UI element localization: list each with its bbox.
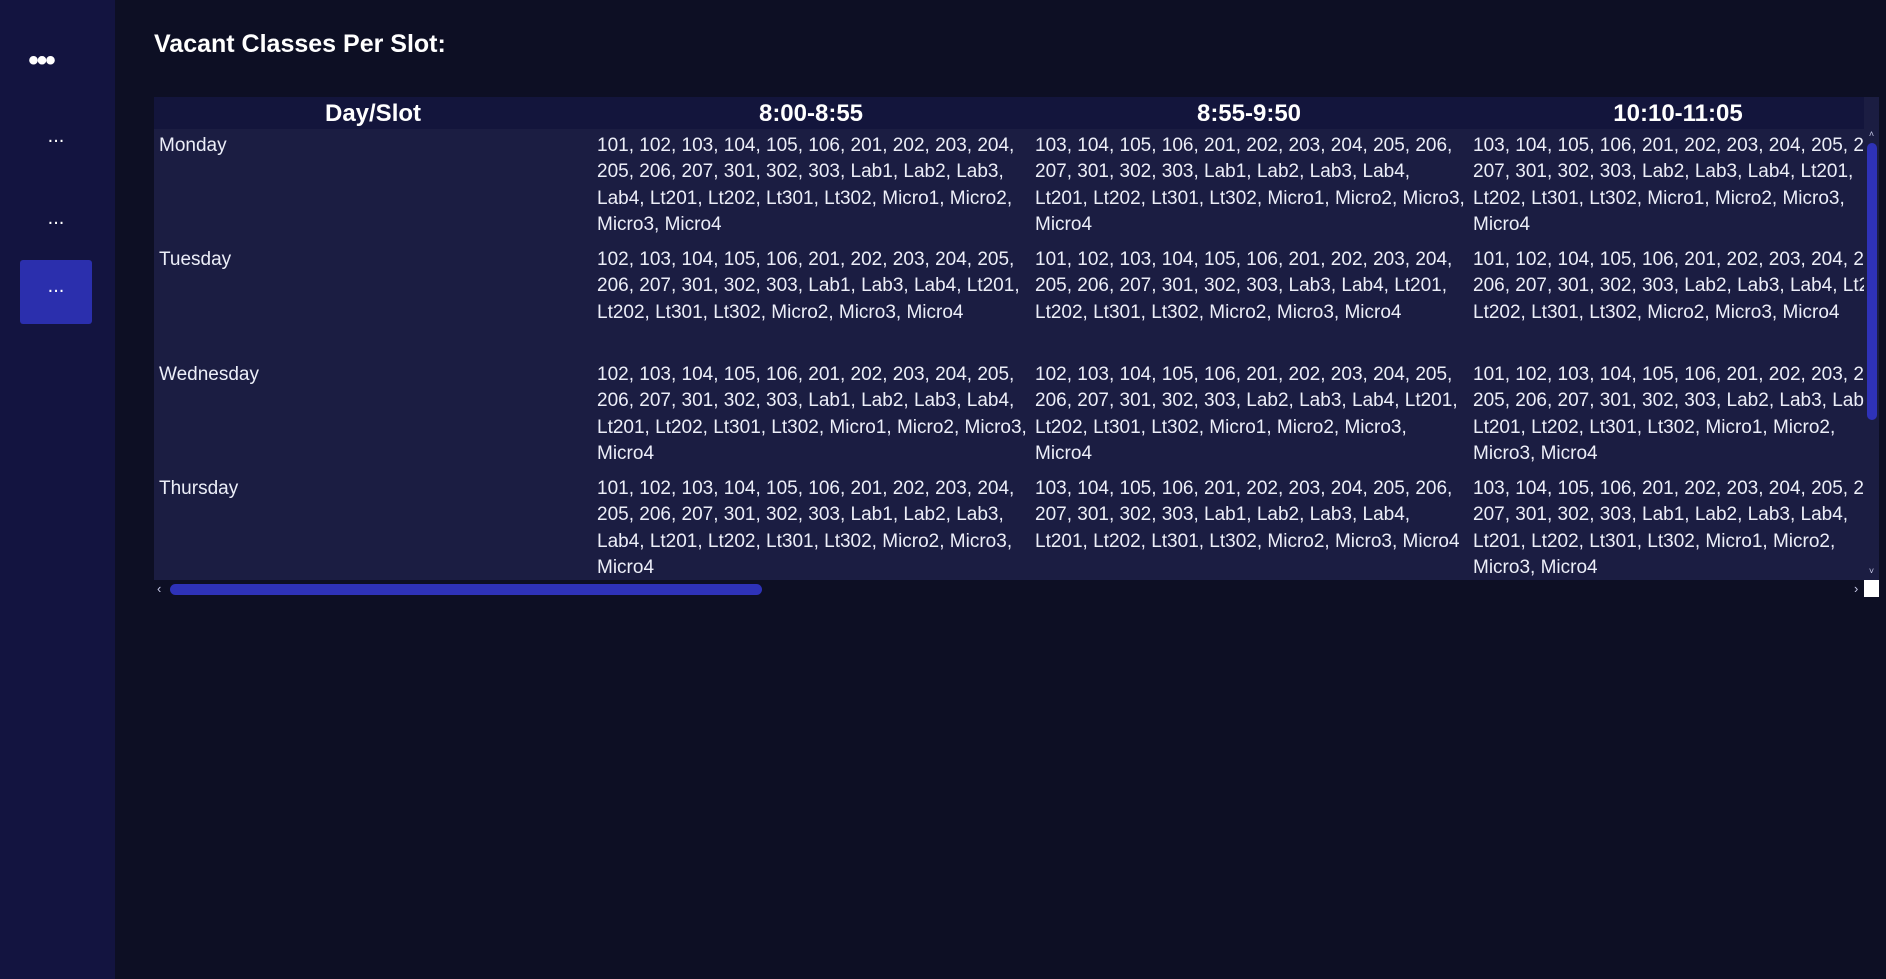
page-title: Vacant Classes Per Slot:: [154, 30, 446, 58]
slot-cell: 103, 104, 105, 106, 201, 202, 203, 204, …: [1473, 135, 1864, 236]
slot-cell: 101, 102, 104, 105, 106, 201, 202, 203, …: [1473, 249, 1870, 323]
header-slot-1[interactable]: 8:00-8:55: [592, 97, 1030, 129]
slot-cell: 103, 104, 105, 106, 201, 202, 203, 204, …: [1473, 478, 1864, 579]
vacant-classes-grid: Day/Slot 8:00-8:55 8:55-9:50 10:10-11:05…: [154, 97, 1879, 597]
vertical-scroll-thumb[interactable]: [1867, 143, 1877, 420]
slot-cell: 101, 102, 103, 104, 105, 106, 201, 202, …: [1473, 364, 1864, 465]
horizontal-scrollbar[interactable]: ‹ ›: [154, 580, 1864, 597]
sidebar-item-2[interactable]: ...: [20, 192, 92, 256]
header-slot-3[interactable]: 10:10-11:05: [1468, 97, 1879, 129]
slot-cell: 103, 104, 105, 106, 201, 202, 203, 204, …: [1035, 478, 1460, 552]
sidebar-item-1[interactable]: ...: [20, 110, 92, 174]
header-slot-2[interactable]: 8:55-9:50: [1030, 97, 1468, 129]
day-cell: Tuesday: [159, 249, 232, 270]
day-cell: Wednesday: [159, 364, 259, 385]
slot-cell: 101, 102, 103, 104, 105, 106, 201, 202, …: [597, 135, 1015, 236]
sidebar: ••• ... ... ...: [0, 0, 115, 979]
menu-icon[interactable]: •••: [20, 44, 62, 78]
scroll-right-icon[interactable]: ›: [1854, 580, 1858, 597]
slot-cell: 101, 102, 103, 104, 105, 106, 201, 202, …: [597, 478, 1015, 579]
sidebar-item-3-active[interactable]: ...: [20, 260, 92, 324]
scrollbar-corner: [1864, 580, 1879, 597]
header-day-slot[interactable]: Day/Slot: [154, 97, 592, 129]
slot-cell: 102, 103, 104, 105, 106, 201, 202, 203, …: [597, 364, 1027, 465]
vertical-scrollbar[interactable]: ˄ ˅: [1864, 129, 1879, 580]
slot-cell: 102, 103, 104, 105, 106, 201, 202, 203, …: [597, 249, 1020, 323]
scroll-down-icon[interactable]: ˅: [1866, 566, 1877, 576]
day-cell: Thursday: [159, 478, 239, 499]
scroll-left-icon[interactable]: ‹: [157, 580, 161, 597]
slot-cell: 102, 103, 104, 105, 106, 201, 202, 203, …: [1035, 364, 1458, 465]
horizontal-scroll-thumb[interactable]: [170, 584, 762, 595]
day-cell: Monday: [159, 135, 227, 156]
slot-cell: 101, 102, 103, 104, 105, 106, 201, 202, …: [1035, 249, 1453, 323]
scroll-up-icon[interactable]: ˄: [1866, 129, 1877, 139]
grid-header: Day/Slot 8:00-8:55 8:55-9:50 10:10-11:05: [154, 97, 1864, 129]
slot-cell: 103, 104, 105, 106, 201, 202, 203, 204, …: [1035, 135, 1465, 236]
